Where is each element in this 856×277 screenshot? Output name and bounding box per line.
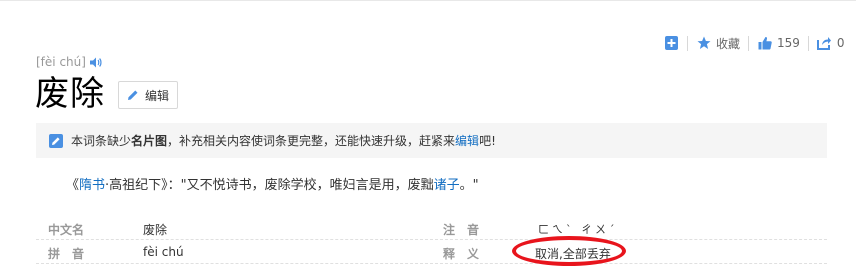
info-value: ㄈㄟˋ ㄔㄨˊ bbox=[538, 223, 618, 236]
notice-suffix: 吧! bbox=[479, 134, 496, 148]
notice-bold: 名片图 bbox=[131, 134, 168, 148]
collect-label: 收藏 bbox=[716, 36, 741, 51]
star-icon bbox=[696, 36, 711, 51]
pencil-icon bbox=[127, 90, 138, 100]
row-divider bbox=[36, 263, 827, 264]
speaker-icon[interactable] bbox=[89, 57, 102, 68]
info-value: fèi chú bbox=[143, 245, 184, 259]
info-key: 注 音 bbox=[443, 223, 480, 237]
share-count: 0 bbox=[836, 36, 845, 50]
toolbar-divider bbox=[807, 35, 809, 51]
thumbs-up-icon bbox=[757, 36, 772, 51]
quote-open: 《 bbox=[66, 178, 80, 193]
toolbar-divider bbox=[687, 35, 688, 51]
book-link[interactable]: 隋书 bbox=[79, 178, 105, 193]
edit-notice-icon bbox=[49, 133, 63, 148]
share-icon bbox=[817, 36, 832, 51]
page-title: 废除 bbox=[35, 74, 105, 114]
toolbar-divider bbox=[748, 35, 750, 51]
share-button[interactable]: 0 bbox=[817, 36, 845, 51]
edit-button-label: 编辑 bbox=[144, 88, 169, 103]
like-button[interactable]: 159 bbox=[757, 36, 800, 51]
quote-paragraph: 《隋书·高祖纪下》："又不悦诗书，废除学校，唯妇言是用，废黜诸子。" bbox=[66, 174, 479, 193]
notice-edit-link[interactable]: 编辑 bbox=[455, 132, 479, 149]
zhuzi-link[interactable]: 诸子 bbox=[434, 178, 460, 193]
quote-close: 。" bbox=[459, 178, 479, 193]
pinyin-text: [fèi chú] bbox=[36, 55, 86, 69]
collect-button[interactable]: 收藏 bbox=[696, 35, 740, 52]
info-value: 废除 bbox=[143, 223, 168, 237]
entry-toolbar: 收藏 159 0 bbox=[664, 34, 845, 52]
info-row: 中文名 废除 注 音 ㄈㄟˋ ㄔㄨˊ bbox=[36, 216, 827, 240]
info-row: 拼 音 fèi chú 释 义 取消,全部丢弃 bbox=[36, 240, 827, 264]
like-count: 159 bbox=[777, 36, 800, 50]
notice-prefix: 本词条缺少 bbox=[71, 134, 132, 148]
info-key: 释 义 bbox=[443, 247, 480, 261]
add-icon bbox=[664, 36, 679, 51]
quote-text: ·高祖纪下》："又不悦诗书，废除学校，唯妇言是用，废黜 bbox=[105, 178, 434, 193]
info-key: 拼 音 bbox=[48, 247, 85, 261]
top-border bbox=[0, 0, 856, 1]
entry-pinyin: [fèi chú] bbox=[36, 55, 102, 69]
notice-bar: 本词条缺少 名片图 ，补充相关内容使词条更完整，还能快速升级，赶紧来 编辑 吧! bbox=[36, 123, 827, 158]
edit-button[interactable]: 编辑 bbox=[118, 81, 178, 109]
notice-middle: ，补充相关内容使词条更完整，还能快速升级，赶紧来 bbox=[167, 134, 456, 148]
add-button[interactable] bbox=[664, 36, 679, 51]
info-key: 中文名 bbox=[48, 223, 85, 237]
info-value: 取消,全部丢弃 bbox=[535, 247, 611, 261]
